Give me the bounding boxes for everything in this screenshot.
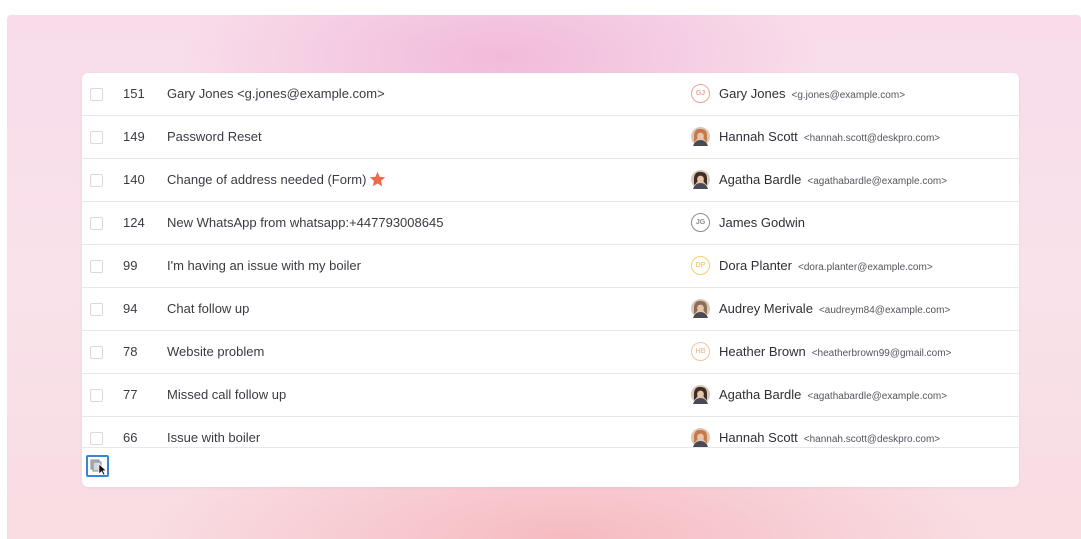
ticket-id[interactable]: 77 xyxy=(123,374,137,416)
person-name: Gary Jones xyxy=(719,86,786,101)
person-name: Audrey Merivale xyxy=(719,301,813,316)
person-name: Agatha Bardle xyxy=(719,172,802,187)
ticket-id[interactable]: 66 xyxy=(123,417,137,447)
ticket-id[interactable]: 78 xyxy=(123,331,137,373)
row-checkbox[interactable] xyxy=(90,432,103,445)
person-name: Agatha Bardle xyxy=(719,387,802,402)
ticket-id[interactable]: 140 xyxy=(123,159,145,201)
row-checkbox[interactable] xyxy=(90,131,103,144)
avatar: GJ xyxy=(691,84,710,103)
person-email: <g.jones@example.com> xyxy=(791,90,906,101)
person-email: <dora.planter@example.com> xyxy=(797,262,933,273)
row-checkbox[interactable] xyxy=(90,174,103,187)
person-email: <heatherbrown99@gmail.com> xyxy=(811,348,952,359)
person-name: Hannah Scott xyxy=(719,430,798,445)
row-checkbox[interactable] xyxy=(90,303,103,316)
ticket-id[interactable]: 99 xyxy=(123,245,137,287)
star-icon[interactable] xyxy=(369,171,386,187)
row-checkbox[interactable] xyxy=(90,389,103,402)
ticket-id[interactable]: 151 xyxy=(123,73,145,115)
ticket-id[interactable]: 149 xyxy=(123,116,145,158)
avatar: JG xyxy=(691,213,710,232)
ticket-subject[interactable]: Missed call follow up xyxy=(167,374,286,416)
ticket-subject[interactable]: I'm having an issue with my boiler xyxy=(167,245,361,287)
person-email: <agathabardle@example.com> xyxy=(807,391,948,402)
ticket-row[interactable]: 66 Issue with boiler Hannah Scott <hannah… xyxy=(82,417,1019,447)
row-checkbox[interactable] xyxy=(90,260,103,273)
ticket-row[interactable]: 99 I'm having an issue with my boiler DP… xyxy=(82,245,1019,288)
bulk-actions-button[interactable] xyxy=(86,455,109,477)
ticket-id[interactable]: 94 xyxy=(123,288,137,330)
person-name: Heather Brown xyxy=(719,344,806,359)
person-email: <audreym84@example.com> xyxy=(818,305,951,316)
ticket-list: 151 Gary Jones <g.jones@example.com> GJ … xyxy=(82,73,1019,447)
avatar xyxy=(691,385,710,404)
ticket-subject[interactable]: Gary Jones <g.jones@example.com> xyxy=(167,73,385,115)
avatar xyxy=(691,170,710,189)
ticket-row[interactable]: 140 Change of address needed (Form) Agat… xyxy=(82,159,1019,202)
ticket-row[interactable]: 151 Gary Jones <g.jones@example.com> GJ … xyxy=(82,73,1019,116)
avatar: HB xyxy=(691,342,710,361)
row-checkbox[interactable] xyxy=(90,346,103,359)
ticket-subject[interactable]: New WhatsApp from whatsapp:+447793008645 xyxy=(167,202,443,244)
ticket-list-card: 151 Gary Jones <g.jones@example.com> GJ … xyxy=(82,73,1019,487)
ticket-subject[interactable]: Issue with boiler xyxy=(167,417,260,447)
ticket-id[interactable]: 124 xyxy=(123,202,145,244)
ticket-row[interactable]: 78 Website problem HB Heather Brown <heat… xyxy=(82,331,1019,374)
ticket-list-footer xyxy=(82,447,1019,487)
person-name: Dora Planter xyxy=(719,258,792,273)
person-name: James Godwin xyxy=(719,215,805,230)
ticket-row[interactable]: 94 Chat follow up Audrey Merivale <audrey… xyxy=(82,288,1019,331)
ticket-subject[interactable]: Change of address needed (Form) xyxy=(167,159,386,201)
row-checkbox[interactable] xyxy=(90,217,103,230)
row-checkbox[interactable] xyxy=(90,88,103,101)
person-email: <hannah.scott@deskpro.com> xyxy=(803,133,941,144)
avatar xyxy=(691,127,710,146)
ticket-subject[interactable]: Website problem xyxy=(167,331,264,373)
bulk-action-icon xyxy=(90,459,107,476)
person-email: <hannah.scott@deskpro.com> xyxy=(803,434,941,445)
ticket-row[interactable]: 149 Password Reset Hannah Scott <hannah.s… xyxy=(82,116,1019,159)
person-name: Hannah Scott xyxy=(719,129,798,144)
avatar: DP xyxy=(691,256,710,275)
avatar xyxy=(691,428,710,447)
person-email: <agathabardle@example.com> xyxy=(807,176,948,187)
ticket-row[interactable]: 77 Missed call follow up Agatha Bardle <a… xyxy=(82,374,1019,417)
ticket-row[interactable]: 124 New WhatsApp from whatsapp:+44779300… xyxy=(82,202,1019,245)
ticket-subject[interactable]: Password Reset xyxy=(167,116,262,158)
avatar xyxy=(691,299,710,318)
ticket-subject[interactable]: Chat follow up xyxy=(167,288,249,330)
